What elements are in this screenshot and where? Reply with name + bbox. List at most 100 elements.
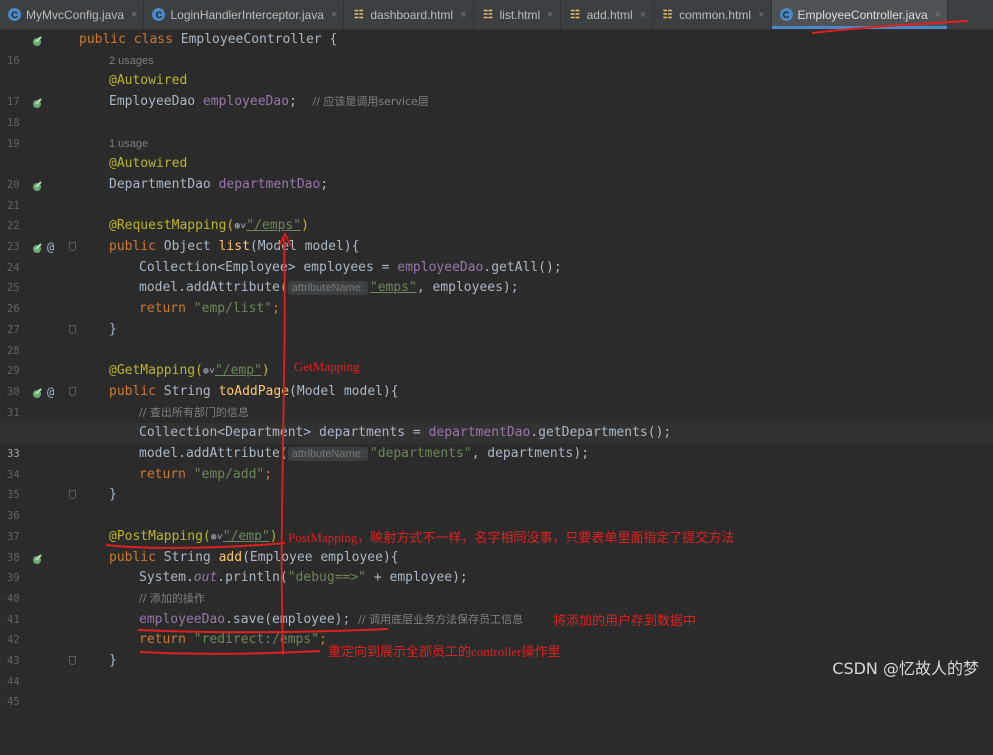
field-name: departmentDao bbox=[428, 425, 531, 441]
comment: // 添加的操作 bbox=[139, 591, 205, 605]
annotation: @PostMapping( bbox=[109, 528, 211, 544]
bean-icon[interactable] bbox=[32, 96, 44, 109]
fold-marker[interactable] bbox=[69, 386, 76, 396]
code-line-41: 41 // 添加的操作 bbox=[0, 589, 993, 626]
redirect-note: 重定向到展示全部员工的controller操作里 bbox=[328, 644, 561, 659]
annotation: @GetMapping( bbox=[109, 363, 203, 379]
keyword: return bbox=[139, 632, 194, 648]
string-literal[interactable]: "/emps" bbox=[246, 218, 301, 233]
java-class-icon: C bbox=[779, 8, 793, 21]
parameter-hint: attributeName: bbox=[287, 281, 368, 296]
field-name: employeeDao bbox=[139, 611, 226, 627]
tab-mymvcconfig-java[interactable]: C MyMvcConfig.java × bbox=[0, 0, 145, 29]
fold-marker[interactable] bbox=[69, 242, 76, 251]
keyword: public class bbox=[79, 32, 181, 47]
tab-loginhandlerinterceptor-java[interactable]: C LoginHandlerInterceptor.java × bbox=[144, 0, 345, 29]
html-file-icon: ☷ bbox=[570, 9, 581, 21]
field-name: departmentDao bbox=[218, 176, 321, 192]
tab-label: list.html bbox=[499, 7, 541, 22]
usages-hint[interactable]: 1 usage bbox=[109, 138, 148, 150]
method-name: add bbox=[218, 549, 243, 565]
parameter-hint: attributeName: bbox=[287, 447, 368, 461]
close-icon[interactable]: × bbox=[547, 9, 553, 21]
close-icon[interactable]: × bbox=[131, 9, 137, 21]
tab-label: common.html bbox=[679, 7, 752, 22]
bean-icon[interactable] bbox=[32, 386, 44, 398]
code-text: .save(employee); bbox=[225, 611, 359, 627]
code-text: ; bbox=[264, 466, 273, 482]
keyword: return bbox=[139, 466, 194, 482]
tab-list-html[interactable]: ☷ list.html × bbox=[474, 0, 561, 29]
code-line-18: 18 EmployeeDao employeeDao; // 应该是调用serv… bbox=[0, 92, 993, 129]
endpoint-icon[interactable]: ⊛˅ bbox=[234, 221, 246, 232]
string-literal[interactable]: "/emp" bbox=[223, 529, 270, 544]
bean-icon[interactable] bbox=[32, 241, 44, 253]
code-text: ; bbox=[320, 176, 329, 192]
tab-add-html[interactable]: ☷ add.html × bbox=[561, 0, 654, 29]
code-text: } bbox=[109, 487, 117, 503]
code-editor[interactable]: 16 public class EmployeeController { 2 u… bbox=[0, 30, 993, 708]
string-literal: "departments" bbox=[369, 446, 472, 461]
code-text: (Model model){ bbox=[289, 383, 399, 399]
editor-tab-bar: C MyMvcConfig.java × C LoginHandlerIntercept… bbox=[0, 0, 993, 30]
getmapping-note: GetMapping bbox=[294, 359, 360, 374]
type-name: DepartmentDao bbox=[109, 176, 219, 192]
code-text: .getAll(); bbox=[483, 259, 562, 275]
keyword: public bbox=[109, 383, 164, 399]
code-line-34: 34 model.addAttribute(attributeName: "dep… bbox=[0, 444, 993, 481]
at-icon[interactable]: @ bbox=[47, 237, 59, 254]
tab-common-html[interactable]: ☷ common.html × bbox=[653, 0, 772, 29]
code-text: + employee); bbox=[366, 570, 468, 586]
code-text: model.addAttribute( bbox=[139, 280, 288, 296]
at-icon[interactable]: @ bbox=[47, 382, 59, 399]
code-text: Collection<Department> departments = bbox=[139, 425, 429, 441]
fold-marker[interactable] bbox=[69, 324, 76, 334]
code-text: (Employee employee){ bbox=[242, 549, 399, 565]
type-name: EmployeeDao bbox=[109, 94, 203, 110]
code-line-16: 16 public class EmployeeController { bbox=[0, 30, 993, 67]
close-icon[interactable]: × bbox=[331, 9, 337, 21]
code-line-39: 39 public String add(Employee employee){ bbox=[0, 548, 993, 585]
line-number: 45 bbox=[7, 696, 20, 709]
string-literal: "emps" bbox=[369, 280, 417, 296]
tab-label: dashboard.html bbox=[370, 7, 454, 22]
tab-label: EmployeeController.java bbox=[797, 7, 928, 22]
endpoint-icon[interactable]: ⊛˅ bbox=[211, 532, 223, 543]
java-class-icon: C bbox=[152, 8, 166, 21]
tab-employeecontroller-java[interactable]: C EmployeeController.java × bbox=[771, 0, 949, 29]
endpoint-icon[interactable]: ⊛˅ bbox=[203, 366, 215, 377]
annotation: @RequestMapping( bbox=[109, 218, 235, 234]
string-literal[interactable]: "/emp" bbox=[215, 363, 262, 378]
close-icon[interactable]: × bbox=[640, 9, 646, 21]
code-line-25: 25 Collection<Employee> employees = empl… bbox=[0, 258, 993, 295]
annotation: ) bbox=[301, 218, 309, 234]
string-literal: "emp/add" bbox=[193, 466, 265, 482]
code-line-30: 30 @GetMapping(⊛˅"/emp") bbox=[0, 361, 993, 398]
code-line-19: 19 bbox=[0, 113, 993, 150]
code-line-20: 20 @Autowired bbox=[0, 154, 993, 191]
code-line-35: 35 return "emp/add"; bbox=[0, 465, 993, 502]
bean-icon[interactable] bbox=[32, 179, 44, 191]
code-line-42: 42 employeeDao.save(employee); // 调用底层业务… bbox=[0, 610, 993, 647]
comment: // 应该是调用service层 bbox=[312, 95, 429, 109]
bean-icon[interactable] bbox=[32, 34, 44, 46]
usages-hint-line: 1 usage bbox=[0, 134, 993, 155]
fold-marker[interactable] bbox=[69, 490, 76, 500]
string-literal: "emp/list" bbox=[193, 301, 273, 317]
usages-hint[interactable]: 2 usages bbox=[109, 55, 154, 67]
field-name: employeeDao bbox=[202, 94, 290, 110]
close-icon[interactable]: × bbox=[460, 9, 466, 21]
code-line-28: 28 } bbox=[0, 320, 993, 357]
tab-dashboard-html[interactable]: ☷ dashboard.html × bbox=[344, 0, 474, 29]
close-icon[interactable]: × bbox=[935, 9, 941, 21]
code-line-31: 31 @ public String toAddPage(Model model… bbox=[0, 382, 993, 419]
bean-icon[interactable] bbox=[32, 552, 44, 564]
tab-label: MyMvcConfig.java bbox=[26, 7, 125, 22]
code-line-32: 32 // 查出所有部门的信息 bbox=[0, 403, 993, 440]
close-icon[interactable]: × bbox=[758, 9, 764, 21]
keyword: return bbox=[139, 301, 194, 317]
annotation: ) bbox=[269, 528, 278, 544]
fold-marker[interactable] bbox=[69, 656, 76, 665]
html-file-icon: ☷ bbox=[353, 9, 364, 21]
code-text: , departments); bbox=[471, 446, 590, 461]
